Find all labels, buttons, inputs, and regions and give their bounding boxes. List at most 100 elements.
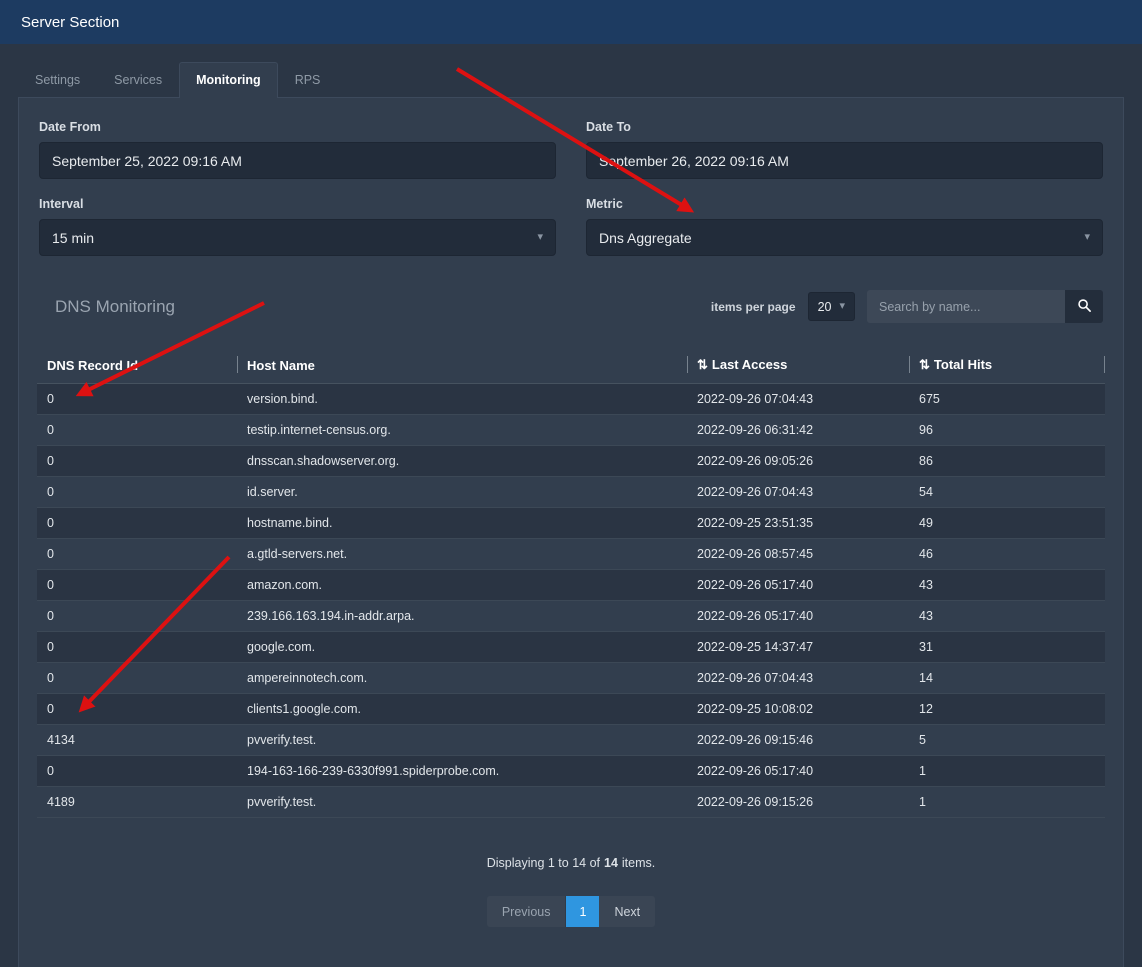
table-header-row: DNS Record Id Host Name ⇅Last Access ⇅To… <box>37 347 1105 384</box>
cell-dns-record-id: 0 <box>37 756 237 787</box>
cell-host-name: google.com. <box>237 632 687 663</box>
search-input[interactable] <box>867 290 1065 323</box>
chevron-down-icon: ▾ <box>839 301 845 312</box>
items-per-page-value: 20 <box>818 300 832 314</box>
metric-field: Metric Dns Aggregate ▾ <box>586 197 1103 256</box>
cell-total-hits: 14 <box>909 663 1105 694</box>
cell-dns-record-id: 4189 <box>37 787 237 818</box>
table-row: 0id.server.2022-09-26 07:04:4354 <box>37 477 1105 508</box>
cell-total-hits: 675 <box>909 384 1105 415</box>
page-1-button[interactable]: 1 <box>566 896 599 927</box>
sort-icon: ⇅ <box>697 357 708 372</box>
cell-host-name: id.server. <box>237 477 687 508</box>
column-header-host-name: Host Name <box>237 347 687 384</box>
column-label: Host Name <box>247 358 315 373</box>
column-header-last-access[interactable]: ⇅Last Access <box>687 347 909 384</box>
metric-selected-value: Dns Aggregate <box>599 230 692 246</box>
cell-host-name: version.bind. <box>237 384 687 415</box>
cell-last-access: 2022-09-25 10:08:02 <box>687 694 909 725</box>
cell-host-name: hostname.bind. <box>237 508 687 539</box>
metric-label: Metric <box>586 197 1103 211</box>
table-row: 0hostname.bind.2022-09-25 23:51:3549 <box>37 508 1105 539</box>
pagination: Previous 1 Next <box>37 896 1105 927</box>
cell-dns-record-id: 0 <box>37 663 237 694</box>
date-from-field: Date From <box>39 120 556 179</box>
cell-dns-record-id: 0 <box>37 539 237 570</box>
cell-last-access: 2022-09-26 07:04:43 <box>687 477 909 508</box>
cell-last-access: 2022-09-26 09:05:26 <box>687 446 909 477</box>
interval-select[interactable]: 15 min ▾ <box>39 219 556 256</box>
cell-host-name: testip.internet-census.org. <box>237 415 687 446</box>
cell-total-hits: 54 <box>909 477 1105 508</box>
cell-last-access: 2022-09-26 09:15:46 <box>687 725 909 756</box>
cell-host-name: 194-163-166-239-6330f991.spiderprobe.com… <box>237 756 687 787</box>
date-to-field: Date To <box>586 120 1103 179</box>
column-header-dns-record-id: DNS Record Id <box>37 347 237 384</box>
column-header-total-hits[interactable]: ⇅Total Hits <box>909 347 1105 384</box>
search-button[interactable] <box>1065 290 1103 323</box>
dns-monitoring-table: DNS Record Id Host Name ⇅Last Access ⇅To… <box>37 347 1105 818</box>
table-row: 0amazon.com.2022-09-26 05:17:4043 <box>37 570 1105 601</box>
date-to-input[interactable] <box>586 142 1103 179</box>
table-row: 0a.gtld-servers.net.2022-09-26 08:57:454… <box>37 539 1105 570</box>
cell-last-access: 2022-09-26 07:04:43 <box>687 663 909 694</box>
next-page-button[interactable]: Next <box>599 896 655 927</box>
tab-services[interactable]: Services <box>97 62 179 97</box>
cell-host-name: dnsscan.shadowserver.org. <box>237 446 687 477</box>
cell-host-name: 239.166.163.194.in-addr.arpa. <box>237 601 687 632</box>
cell-total-hits: 1 <box>909 756 1105 787</box>
date-from-label: Date From <box>39 120 556 134</box>
cell-last-access: 2022-09-26 09:15:26 <box>687 787 909 818</box>
previous-page-button[interactable]: Previous <box>487 896 567 927</box>
cell-last-access: 2022-09-26 06:31:42 <box>687 415 909 446</box>
tab-settings[interactable]: Settings <box>18 62 97 97</box>
summary-total: 14 <box>604 856 618 870</box>
table-section-header: DNS Monitoring items per page 20 ▾ <box>39 290 1103 323</box>
cell-host-name: ampereinnotech.com. <box>237 663 687 694</box>
table-row: 4189pvverify.test.2022-09-26 09:15:261 <box>37 787 1105 818</box>
table-row: 0ampereinnotech.com.2022-09-26 07:04:431… <box>37 663 1105 694</box>
cell-total-hits: 46 <box>909 539 1105 570</box>
cell-host-name: a.gtld-servers.net. <box>237 539 687 570</box>
sort-icon: ⇅ <box>919 357 930 372</box>
summary-prefix: Displaying 1 to 14 of <box>487 856 600 870</box>
topbar: Server Section <box>0 0 1142 44</box>
cell-host-name: pvverify.test. <box>237 787 687 818</box>
interval-field: Interval 15 min ▾ <box>39 197 556 256</box>
cell-total-hits: 5 <box>909 725 1105 756</box>
cell-total-hits: 49 <box>909 508 1105 539</box>
interval-label: Interval <box>39 197 556 211</box>
tab-bar: Settings Services Monitoring RPS <box>18 62 1142 97</box>
table-row: 0clients1.google.com.2022-09-25 10:08:02… <box>37 694 1105 725</box>
cell-dns-record-id: 0 <box>37 384 237 415</box>
table-row: 0version.bind.2022-09-26 07:04:43675 <box>37 384 1105 415</box>
cell-last-access: 2022-09-25 23:51:35 <box>687 508 909 539</box>
tab-monitoring[interactable]: Monitoring <box>179 62 278 98</box>
app-root: Server Section Settings Services Monitor… <box>0 0 1142 967</box>
table-row: 0google.com.2022-09-25 14:37:4731 <box>37 632 1105 663</box>
cell-dns-record-id: 0 <box>37 477 237 508</box>
column-label: DNS Record Id <box>47 358 138 373</box>
table-row: 4134pvverify.test.2022-09-26 09:15:465 <box>37 725 1105 756</box>
filter-form: Date From Date To Interval 15 min ▾ Metr… <box>37 120 1105 256</box>
table-row: 0dnsscan.shadowserver.org.2022-09-26 09:… <box>37 446 1105 477</box>
cell-total-hits: 96 <box>909 415 1105 446</box>
metric-select[interactable]: Dns Aggregate ▾ <box>586 219 1103 256</box>
cell-dns-record-id: 0 <box>37 694 237 725</box>
table-row: 0testip.internet-census.org.2022-09-26 0… <box>37 415 1105 446</box>
summary-suffix: items. <box>622 856 655 870</box>
cell-dns-record-id: 0 <box>37 415 237 446</box>
display-summary: Displaying 1 to 14 of 14 items. <box>37 856 1105 870</box>
search-icon <box>1077 298 1092 316</box>
cell-dns-record-id: 4134 <box>37 725 237 756</box>
tab-rps[interactable]: RPS <box>278 62 338 97</box>
date-from-input[interactable] <box>39 142 556 179</box>
cell-host-name: pvverify.test. <box>237 725 687 756</box>
chevron-down-icon: ▾ <box>537 232 543 243</box>
items-per-page-select[interactable]: 20 ▾ <box>808 292 855 321</box>
cell-last-access: 2022-09-25 14:37:47 <box>687 632 909 663</box>
cell-dns-record-id: 0 <box>37 601 237 632</box>
cell-last-access: 2022-09-26 05:17:40 <box>687 601 909 632</box>
cell-last-access: 2022-09-26 05:17:40 <box>687 570 909 601</box>
section-title: DNS Monitoring <box>55 297 175 317</box>
